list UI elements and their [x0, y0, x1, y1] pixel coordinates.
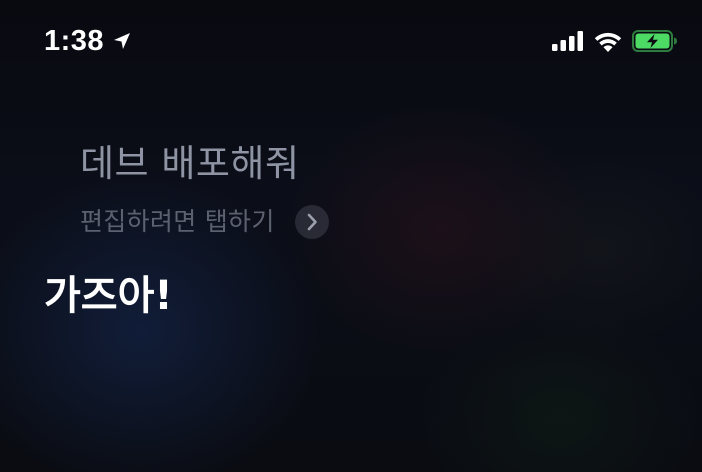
- siri-response-text: 가즈아!: [44, 273, 173, 319]
- status-time: 1:38: [44, 25, 105, 57]
- tap-to-edit-hint[interactable]: 편집하려면 탭하기: [80, 202, 275, 242]
- siri-query-text[interactable]: 데브 배포해줘: [80, 140, 300, 188]
- tap-to-edit-row[interactable]: 편집하려면 탭하기: [80, 202, 329, 242]
- chevron-right-icon: [307, 213, 317, 231]
- edit-chevron-button[interactable]: [294, 205, 329, 239]
- status-bar: 1:38: [0, 0, 702, 86]
- status-icons: [552, 30, 678, 56]
- location-arrow-icon: [112, 31, 132, 51]
- cellular-signal-icon: [552, 31, 584, 55]
- wifi-icon: [594, 31, 622, 56]
- time-group: 1:38: [44, 24, 132, 58]
- battery-charging-icon: [632, 30, 678, 56]
